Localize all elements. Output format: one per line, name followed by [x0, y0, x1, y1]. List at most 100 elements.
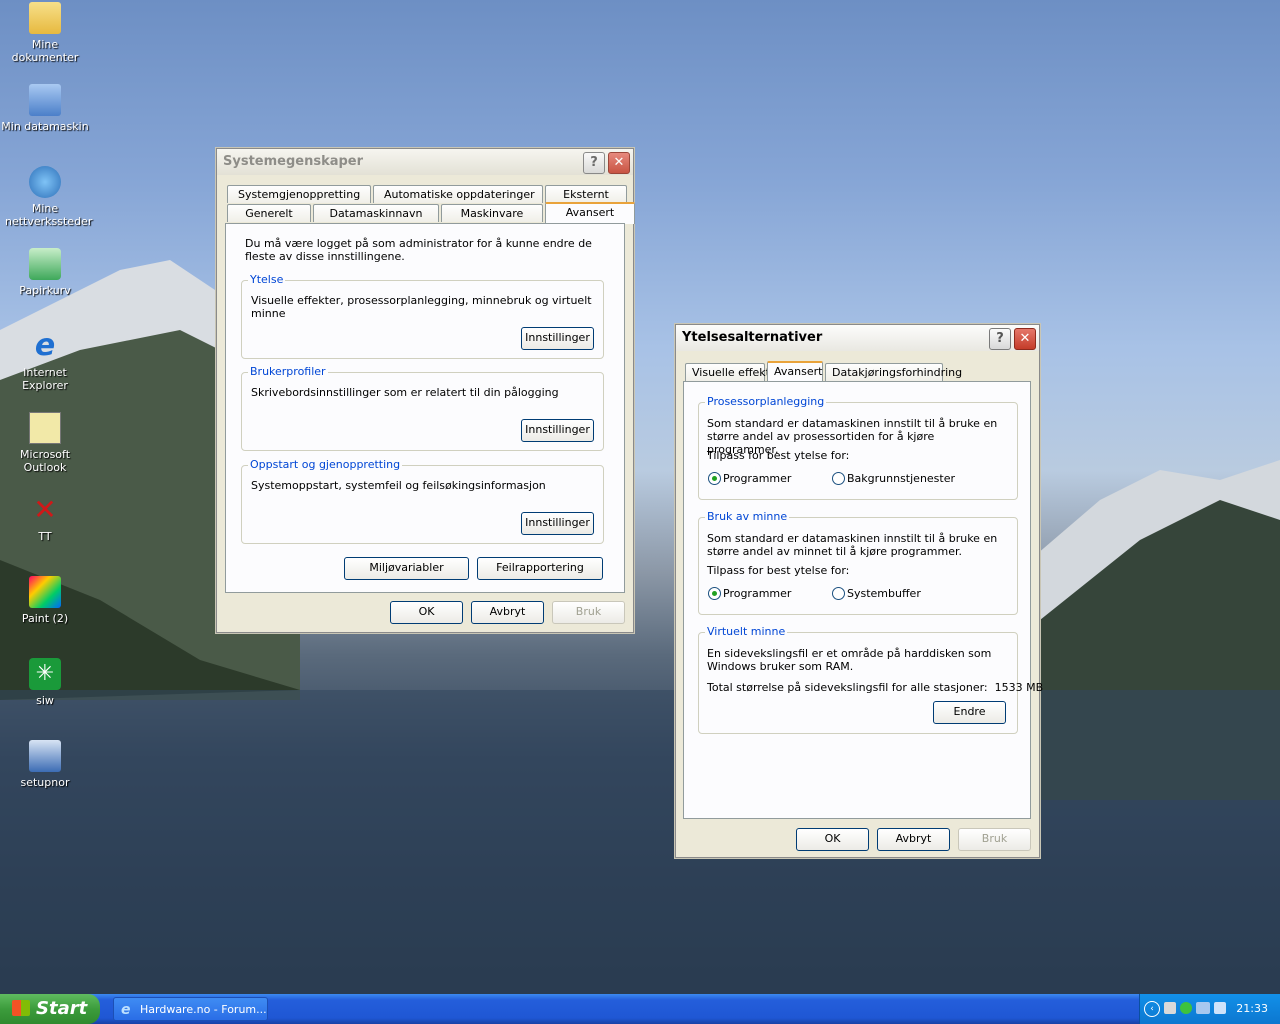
admin-notice: Du må være logget på som administrator f… [245, 237, 592, 263]
tab-datakjoringsforhindring[interactable]: Datakjøringsforhindring [825, 363, 962, 381]
virtual-memory-group: Virtuelt minne En sidevekslingsfil er et… [698, 625, 1043, 734]
taskbar: Start e Hardware.no - Forum... ‹ 21:33 [0, 994, 1280, 1024]
siw-icon: ✳ [29, 658, 61, 690]
radio-background-services[interactable] [832, 472, 845, 485]
taskbar-item-hardware-forum[interactable]: e Hardware.no - Forum... [113, 997, 268, 1021]
desktop-icon-label: Papirkurv [19, 284, 71, 297]
desktop-icon-my-computer[interactable]: Min datamaskin [0, 84, 90, 133]
ok-button[interactable]: OK [796, 828, 869, 851]
performance-group: Ytelse Visuelle effekter, prosessorplanl… [241, 273, 604, 359]
desktop-icon-label: TT [38, 530, 52, 543]
taskbar-item-label: Hardware.no - Forum... [140, 1003, 267, 1016]
startup-recovery-group: Oppstart og gjenoppretting Systemoppstar… [241, 458, 604, 544]
performance-settings-button[interactable]: Innstillinger [521, 327, 594, 350]
apply-button[interactable]: Bruk [552, 601, 625, 624]
paint-icon [29, 576, 61, 608]
close-button[interactable]: ✕ [1014, 328, 1036, 350]
desktop-icon-internet-explorer[interactable]: e Internet Explorer [0, 328, 90, 393]
radio-system-cache[interactable] [832, 587, 845, 600]
change-button[interactable]: Endre [933, 701, 1006, 724]
tab-maskinvare[interactable]: Maskinvare [441, 204, 543, 222]
system-properties-titlebar[interactable]: Systemegenskaper ? ✕ [217, 149, 633, 175]
window-title: Systemegenskaper [223, 154, 364, 169]
radio-programs[interactable] [708, 472, 721, 485]
tab-systemgjenoppretting[interactable]: Systemgjenoppretting [227, 185, 371, 203]
clock[interactable]: 21:33 [1236, 1002, 1268, 1015]
tab-generelt[interactable]: Generelt [227, 204, 311, 222]
radio-label: Systembuffer [847, 587, 921, 600]
desktop-icon-tt[interactable]: ✕ TT [0, 493, 90, 544]
radio-programs[interactable] [708, 587, 721, 600]
internet-explorer-icon: e [34, 328, 56, 363]
recycle-bin-icon [29, 248, 61, 280]
desktop-icon-label: Paint (2) [21, 612, 69, 625]
tab-eksternt[interactable]: Eksternt [545, 185, 627, 203]
tab-datamaskinnavn[interactable]: Datamaskinnavn [313, 204, 439, 222]
cancel-button[interactable]: Avbryt [471, 601, 544, 624]
adjust-label: Tilpass for best ytelse for: [707, 449, 850, 462]
environment-variables-button[interactable]: Miljøvariabler [344, 557, 469, 580]
error-reporting-button[interactable]: Feilrapportering [477, 557, 603, 580]
group-legend: Oppstart og gjenoppretting [248, 458, 403, 471]
performance-options-titlebar[interactable]: Ytelsesalternativer ? ✕ [676, 325, 1039, 351]
group-description: En sidevekslingsfil er et område på hard… [707, 647, 992, 673]
desktop-icon-setupnor[interactable]: setupnor [0, 740, 90, 789]
desktop-icon-paint[interactable]: Paint (2) [0, 576, 90, 625]
desktop-wallpaper [0, 260, 1280, 994]
group-legend: Virtuelt minne [705, 625, 788, 638]
pagefile-total: Total størrelse på sidevekslingsfil for … [707, 681, 1044, 694]
window-title: Ytelsesalternativer [682, 330, 823, 345]
tt-shortcut-icon: ✕ [33, 493, 57, 526]
desktop-icon-outlook[interactable]: Microsoft Outlook [0, 412, 90, 474]
start-button[interactable]: Start [0, 994, 100, 1024]
performance-options-panel: Prosessorplanlegging Som standard er dat… [683, 381, 1043, 819]
computer-icon [29, 84, 61, 116]
performance-options-window: Ytelsesalternativer ? ✕ Visuelle effekte… [675, 324, 1043, 858]
system-tray: ‹ 21:33 [1139, 994, 1280, 1024]
tab-avansert[interactable]: Avansert [767, 361, 823, 383]
desktop-icon-recycle-bin[interactable]: Papirkurv [0, 248, 90, 297]
tray-expand-icon[interactable]: ‹ [1144, 1001, 1160, 1017]
user-profiles-group: Brukerprofiler Skrivebordsinnstillinger … [241, 365, 604, 451]
tab-row-top: Systemgjenoppretting Automatiske oppdate… [227, 185, 629, 203]
help-button[interactable]: ? [583, 152, 605, 174]
volume-icon[interactable] [1214, 1002, 1226, 1014]
apply-button[interactable]: Bruk [958, 828, 1031, 851]
user-profiles-settings-button[interactable]: Innstillinger [521, 419, 594, 442]
radio-label: Programmer [723, 587, 792, 600]
processor-scheduling-group: Prosessorplanlegging Som standard er dat… [698, 395, 1018, 500]
desktop-icon-network-places[interactable]: Mine nettverkssteder [0, 166, 93, 228]
group-legend: Bruk av minne [705, 510, 790, 523]
tab-avansert[interactable]: Avansert [545, 202, 635, 224]
network-icon[interactable] [1196, 1002, 1210, 1014]
adjust-label: Tilpass for best ytelse for: [707, 564, 850, 577]
desktop-icon-siw[interactable]: ✳ siw [0, 658, 90, 707]
desktop-icon-label: Microsoft Outlook [19, 448, 71, 474]
startup-recovery-settings-button[interactable]: Innstillinger [521, 512, 594, 535]
system-properties-window: Systemegenskaper ? ✕ Systemgjenopprettin… [216, 148, 635, 633]
desktop-icon-label: setupnor [20, 776, 70, 789]
outlook-icon [29, 412, 61, 444]
group-description: Skrivebordsinnstillinger som er relatert… [251, 386, 559, 399]
help-button[interactable]: ? [989, 328, 1011, 350]
start-label: Start [36, 998, 88, 1019]
group-description: Som standard er datamaskinen innstilt ti… [707, 532, 998, 558]
tab-visuelle-effekter[interactable]: Visuelle effekter [685, 363, 781, 381]
cancel-button[interactable]: Avbryt [877, 828, 950, 851]
desktop-icon-label: Mine dokumenter [11, 38, 79, 64]
system-properties-panel: Du må være logget på som administrator f… [225, 223, 625, 593]
group-description: Systemoppstart, systemfeil og feilsøking… [251, 479, 546, 492]
close-button[interactable]: ✕ [608, 152, 630, 174]
setup-installer-icon [29, 740, 61, 772]
desktop-icon-label: Mine nettverkssteder [5, 202, 93, 228]
desktop-icon-my-documents[interactable]: Mine dokumenter [0, 2, 90, 64]
internet-explorer-icon: e [121, 1002, 131, 1018]
desktop-icon-label: Internet Explorer [22, 366, 68, 392]
messenger-icon[interactable] [1180, 1002, 1192, 1014]
network-globe-icon [29, 166, 61, 198]
tab-automatiske-oppdateringer[interactable]: Automatiske oppdateringer [373, 185, 543, 203]
group-legend: Prosessorplanlegging [705, 395, 827, 408]
safely-remove-icon[interactable] [1164, 1002, 1176, 1014]
desktop-icon-label: siw [36, 694, 54, 707]
ok-button[interactable]: OK [390, 601, 463, 624]
